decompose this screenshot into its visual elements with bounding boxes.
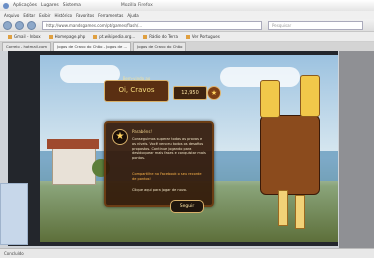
url-input[interactable]: http://www.mandsgames.com/pt/games/flash… bbox=[42, 20, 262, 30]
navigation-bar: http://www.mandsgames.com/pt/games/flash… bbox=[0, 19, 374, 32]
left-desktop-window bbox=[0, 183, 28, 245]
menu-edit[interactable]: Editar bbox=[23, 13, 35, 18]
apps-icon[interactable] bbox=[3, 2, 9, 9]
panel-places[interactable]: Lugares bbox=[41, 3, 59, 8]
bookmark-item[interactable]: Rádio do Terra bbox=[143, 34, 178, 39]
bottle-decoration bbox=[260, 80, 280, 118]
forward-icon[interactable] bbox=[15, 20, 24, 30]
menu-tools[interactable]: Ferramentas bbox=[98, 13, 123, 18]
tab-strip: Correio - hotmail.com Jogos de Cravo do … bbox=[0, 42, 374, 51]
badge-icon: ★ bbox=[112, 129, 128, 145]
panel-apps[interactable]: Aplicações bbox=[13, 3, 37, 8]
browser-menubar: Arquivo Editar Exibir Histórico Favorito… bbox=[0, 11, 374, 19]
panel-system[interactable]: Sistema bbox=[63, 3, 81, 8]
welcome-title: Oi, Cravos bbox=[118, 86, 155, 94]
page-content: Bem-vindo ao Oi, Cravos 12,950 ★ ★ Parab… bbox=[8, 51, 338, 246]
machine-decoration bbox=[260, 115, 320, 195]
bookmark-item[interactable]: pt.wikipedia.org... bbox=[93, 34, 135, 39]
star-icon[interactable]: ★ bbox=[207, 86, 221, 100]
bookmark-icon bbox=[185, 34, 190, 39]
bookmark-icon bbox=[48, 34, 53, 39]
game-dialog: ★ Parabéns! Conseguimos superar todas as… bbox=[104, 121, 214, 207]
tab-game[interactable]: Jogos de Cravo do Chão bbox=[133, 42, 187, 51]
tab-mail[interactable]: Correio - hotmail.com bbox=[2, 42, 52, 51]
bookmark-icon bbox=[143, 34, 148, 39]
tab-game-active[interactable]: Jogos de Cravo do Chão - Jogos de ... bbox=[53, 42, 132, 51]
house-decoration bbox=[52, 147, 96, 185]
window-title: Mozilla Firefox bbox=[120, 3, 153, 8]
welcome-caption: Bem-vindo ao bbox=[122, 76, 151, 81]
dialog-title: Parabéns! bbox=[132, 129, 153, 134]
score-display: 12,950 bbox=[173, 86, 207, 100]
menu-file[interactable]: Arquivo bbox=[4, 13, 19, 18]
search-input[interactable]: Pesquisar bbox=[268, 20, 363, 30]
pipe-decoration bbox=[295, 195, 305, 229]
menu-history[interactable]: Histórico bbox=[54, 13, 72, 18]
menu-bookmarks[interactable]: Favoritos bbox=[76, 13, 94, 18]
dialog-link[interactable]: Compartilhe no Facebook o seu recorde de… bbox=[132, 172, 206, 182]
menu-view[interactable]: Exibir bbox=[39, 13, 50, 18]
right-desktop-window bbox=[339, 51, 374, 248]
bottle-decoration bbox=[300, 75, 320, 117]
roof-decoration bbox=[47, 139, 99, 149]
desktop-screen: Aplicações Lugares Sistema Mozilla Firef… bbox=[0, 0, 374, 258]
bookmark-icon bbox=[93, 34, 98, 39]
menu-help[interactable]: Ajuda bbox=[127, 13, 138, 18]
dialog-note: Clique aqui para jogar de novo. bbox=[132, 188, 187, 192]
reload-icon[interactable] bbox=[27, 20, 36, 30]
continue-button[interactable]: Seguir bbox=[170, 200, 204, 213]
welcome-sign: Bem-vindo ao Oi, Cravos bbox=[104, 76, 169, 102]
pipe-decoration bbox=[278, 190, 288, 226]
bookmark-item[interactable]: Gmail - Inbox bbox=[8, 34, 41, 39]
bookmarks-bar: Gmail - Inbox Homepage.php pt.wikipedia.… bbox=[0, 32, 374, 42]
bookmark-item[interactable]: Ver Portugues bbox=[185, 34, 220, 39]
bookmark-item[interactable]: Homepage.php bbox=[48, 34, 85, 39]
status-bar: Concluído bbox=[0, 248, 374, 258]
game-canvas[interactable]: Bem-vindo ao Oi, Cravos 12,950 ★ ★ Parab… bbox=[40, 55, 338, 242]
bookmark-icon bbox=[8, 34, 12, 39]
dialog-text: Conseguimos superar todas as provas e os… bbox=[132, 137, 206, 161]
back-icon[interactable] bbox=[3, 20, 12, 30]
